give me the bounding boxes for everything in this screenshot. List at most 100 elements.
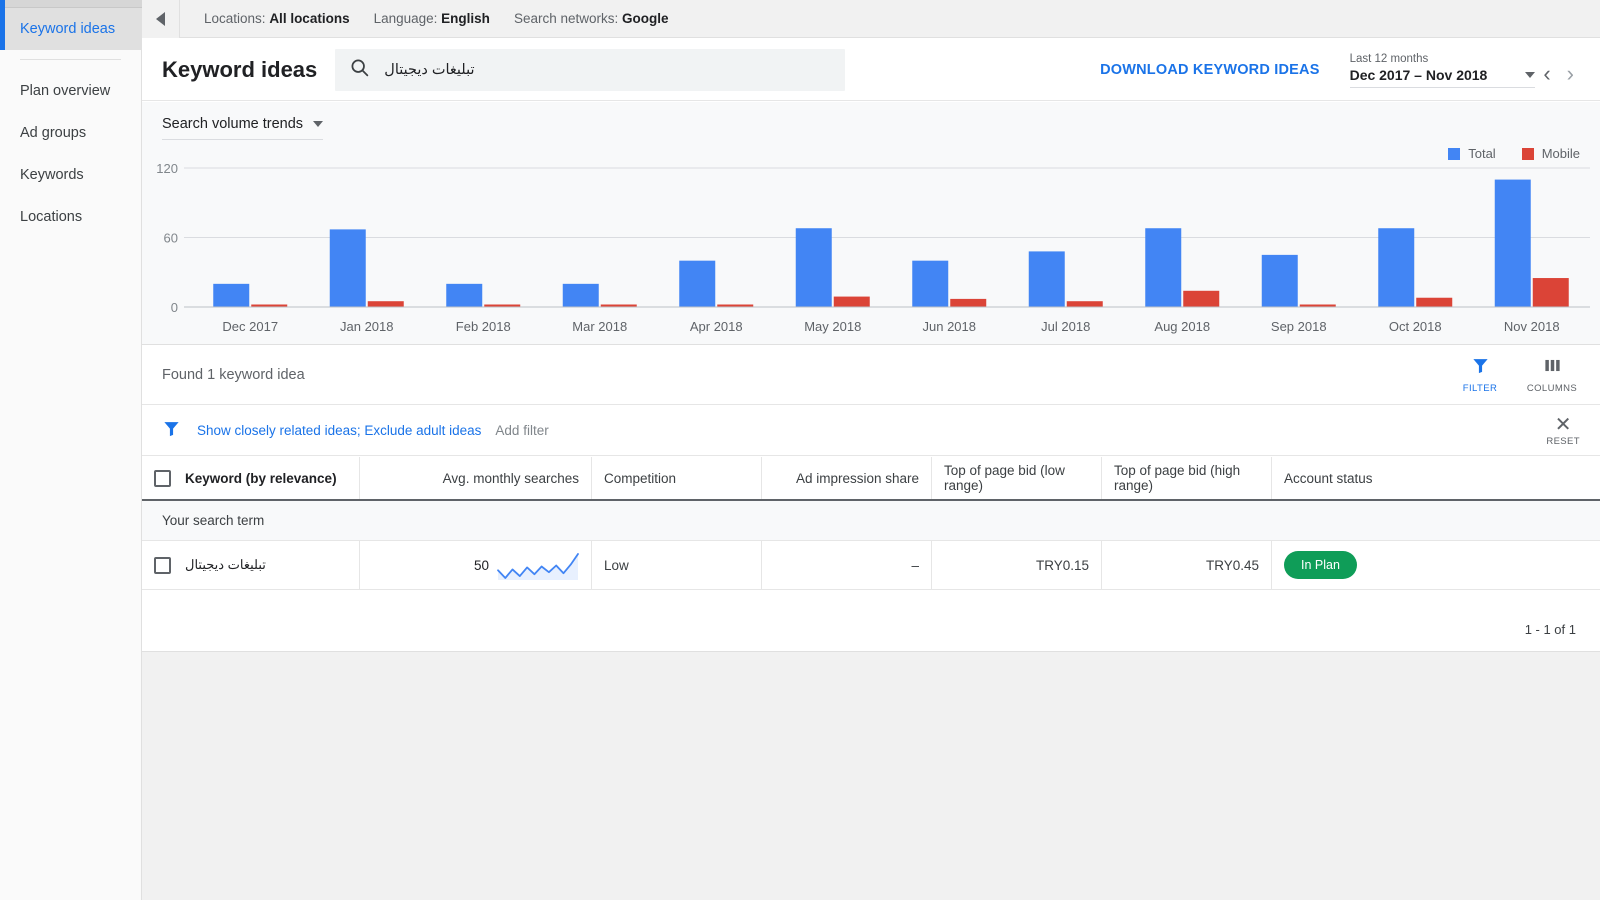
page-title: Keyword ideas (162, 56, 318, 82)
sidebar-item-label: Ad groups (20, 125, 87, 141)
legend-label-mobile: Mobile (1541, 146, 1580, 161)
pagination-text: 1 - 1 of 1 (1524, 621, 1576, 637)
add-filter-button[interactable]: Add filter (495, 423, 548, 438)
date-next-button[interactable]: › (1559, 60, 1582, 88)
date-range-selector[interactable]: Last 12 months Dec 2017 – Nov 2018 (1349, 52, 1536, 88)
sparkline-chart (497, 553, 579, 580)
legend-item-total[interactable]: Total (1448, 146, 1496, 161)
chart-metric-selector[interactable]: Search volume trends (162, 116, 324, 140)
status-badge[interactable]: In Plan (1284, 551, 1357, 579)
svg-text:Nov 2018: Nov 2018 (1504, 319, 1560, 334)
cell-keyword: تبلیغات دیجیتال (142, 541, 360, 589)
sidebar-item-locations[interactable]: Locations (0, 196, 141, 238)
cell-avg-value: 50 (473, 557, 489, 573)
found-count-text: Found 1 keyword idea (162, 367, 305, 383)
table-header-row: Keyword (by relevance) Avg. monthly sear… (142, 457, 1600, 501)
table-group-label: Your search term (162, 513, 265, 528)
cell-account-status: In Plan (1272, 541, 1600, 589)
results-summary-bar: Found 1 keyword idea FILTER COLUMNS (142, 346, 1600, 405)
search-networks-label: Search networks: (513, 11, 619, 26)
svg-text:Mar 2018: Mar 2018 (572, 319, 627, 334)
sidebar-item-keyword-ideas[interactable]: Keyword ideas (0, 8, 141, 50)
sidebar-item-ad-groups[interactable]: Ad groups (0, 112, 141, 154)
cell-bid-low: TRY0.15 (932, 541, 1102, 589)
settings-subbar: Locations: All locations Language: Engli… (142, 0, 1600, 38)
svg-text:Oct 2018: Oct 2018 (1389, 319, 1442, 334)
svg-text:120: 120 (156, 161, 178, 176)
columns-icon (1543, 356, 1562, 380)
keyword-ideas-table: Keyword (by relevance) Avg. monthly sear… (142, 457, 1600, 590)
active-filter-text[interactable]: Show closely related ideas; Exclude adul… (197, 423, 481, 438)
filter-button[interactable]: FILTER (1458, 356, 1502, 394)
table-header-account-status[interactable]: Account status (1272, 457, 1600, 499)
reset-button[interactable]: ✕ RESET (1546, 415, 1580, 447)
table-header-competition[interactable]: Competition (592, 457, 762, 499)
table-header-bid-low[interactable]: Top of page bid (low range) (932, 457, 1102, 499)
keyword-search-box[interactable]: تبلیغات دیجیتال (335, 48, 846, 91)
search-networks-value: Google (622, 11, 669, 26)
cell-competition: Low (592, 541, 762, 589)
locations-value: All locations (269, 11, 350, 26)
table-row[interactable]: تبلیغات دیجیتال 50 Low – TRY0.15 TRY0.45… (142, 541, 1600, 590)
page-background (142, 652, 1600, 900)
language-label: Language: (373, 11, 438, 26)
language-chip[interactable]: Language: English (350, 11, 490, 26)
svg-text:Apr 2018: Apr 2018 (690, 319, 743, 334)
legend-label-total: Total (1468, 146, 1496, 161)
table-header-bid-high[interactable]: Top of page bid (high range) (1102, 457, 1272, 499)
cell-avg-monthly-searches: 50 (360, 541, 592, 589)
sidebar-divider (20, 59, 121, 60)
select-all-checkbox[interactable] (154, 469, 171, 487)
cell-ad-impression-share: – (762, 541, 932, 589)
date-range-control: Last 12 months Dec 2017 – Nov 2018 ‹ › (1349, 52, 1582, 88)
date-range-label: Last 12 months (1349, 52, 1429, 65)
table-header-keyword-label: Keyword (by relevance) (185, 470, 337, 486)
chart-metric-selector-wrap: Search volume trends (162, 116, 324, 140)
search-icon (349, 57, 370, 83)
svg-text:Dec 2017: Dec 2017 (222, 319, 278, 334)
row-checkbox[interactable] (154, 556, 171, 574)
sidebar-item-plan-overview[interactable]: Plan overview (0, 70, 141, 112)
svg-text:Jul 2018: Jul 2018 (1041, 319, 1090, 334)
svg-text:60: 60 (164, 231, 178, 246)
sidebar-item-keywords[interactable]: Keywords (0, 154, 141, 196)
chevron-down-icon (1525, 71, 1536, 78)
cell-bid-high: TRY0.45 (1102, 541, 1272, 589)
svg-text:Sep 2018: Sep 2018 (1271, 319, 1327, 334)
svg-text:Jun 2018: Jun 2018 (923, 319, 977, 334)
filter-button-label: FILTER (1462, 383, 1498, 394)
chevron-down-icon (313, 121, 324, 127)
svg-text:Aug 2018: Aug 2018 (1154, 319, 1210, 334)
reset-button-label: RESET (1546, 435, 1580, 447)
collapse-sidebar-button[interactable] (142, 0, 180, 38)
table-header-avg-monthly-searches[interactable]: Avg. monthly searches (360, 457, 592, 499)
sidebar-item-label: Keywords (20, 167, 84, 183)
keyword-planner-app: Keyword ideas Plan overview Ad groups Ke… (0, 0, 1600, 900)
search-networks-chip[interactable]: Search networks: Google (490, 11, 669, 26)
search-input[interactable]: تبلیغات دیجیتال (384, 62, 474, 78)
table-group-row: Your search term (142, 501, 1600, 541)
svg-text:Feb 2018: Feb 2018 (456, 319, 511, 334)
language-value: English (441, 11, 490, 26)
top-strip-accent (0, 0, 5, 8)
table-header-ad-impression-share[interactable]: Ad impression share (762, 457, 932, 499)
columns-button[interactable]: COLUMNS (1527, 356, 1577, 394)
chart-legend: Total Mobile (1448, 146, 1580, 161)
download-keyword-ideas-button[interactable]: DOWNLOAD KEYWORD IDEAS (1100, 62, 1319, 78)
sidebar-item-label: Plan overview (20, 83, 111, 99)
search-volume-bar-chart: 0 60 120 Dec 2017 Jan 2018 Feb 2018 Mar 2018 Ap… (156, 161, 1590, 334)
sidebar: Keyword ideas Plan overview Ad groups Ke… (0, 8, 142, 900)
table-pagination: 1 - 1 of 1 (142, 607, 1600, 652)
svg-text:0: 0 (171, 300, 178, 315)
page-header: Keyword ideas تبلیغات دیجیتال DOWNLOAD K… (142, 39, 1600, 101)
locations-chip[interactable]: Locations: All locations (180, 11, 350, 26)
date-prev-button[interactable]: ‹ (1535, 60, 1558, 88)
cell-keyword-text: تبلیغات دیجیتال (185, 557, 266, 572)
sidebar-item-label: Locations (20, 209, 83, 225)
table-header-keyword[interactable]: Keyword (by relevance) (142, 457, 360, 499)
active-filter-bar: Show closely related ideas; Exclude adul… (142, 406, 1600, 456)
sidebar-item-label: Keyword ideas (20, 21, 116, 37)
legend-item-mobile[interactable]: Mobile (1521, 146, 1580, 161)
legend-swatch-total (1448, 147, 1461, 160)
legend-swatch-mobile (1521, 147, 1534, 160)
